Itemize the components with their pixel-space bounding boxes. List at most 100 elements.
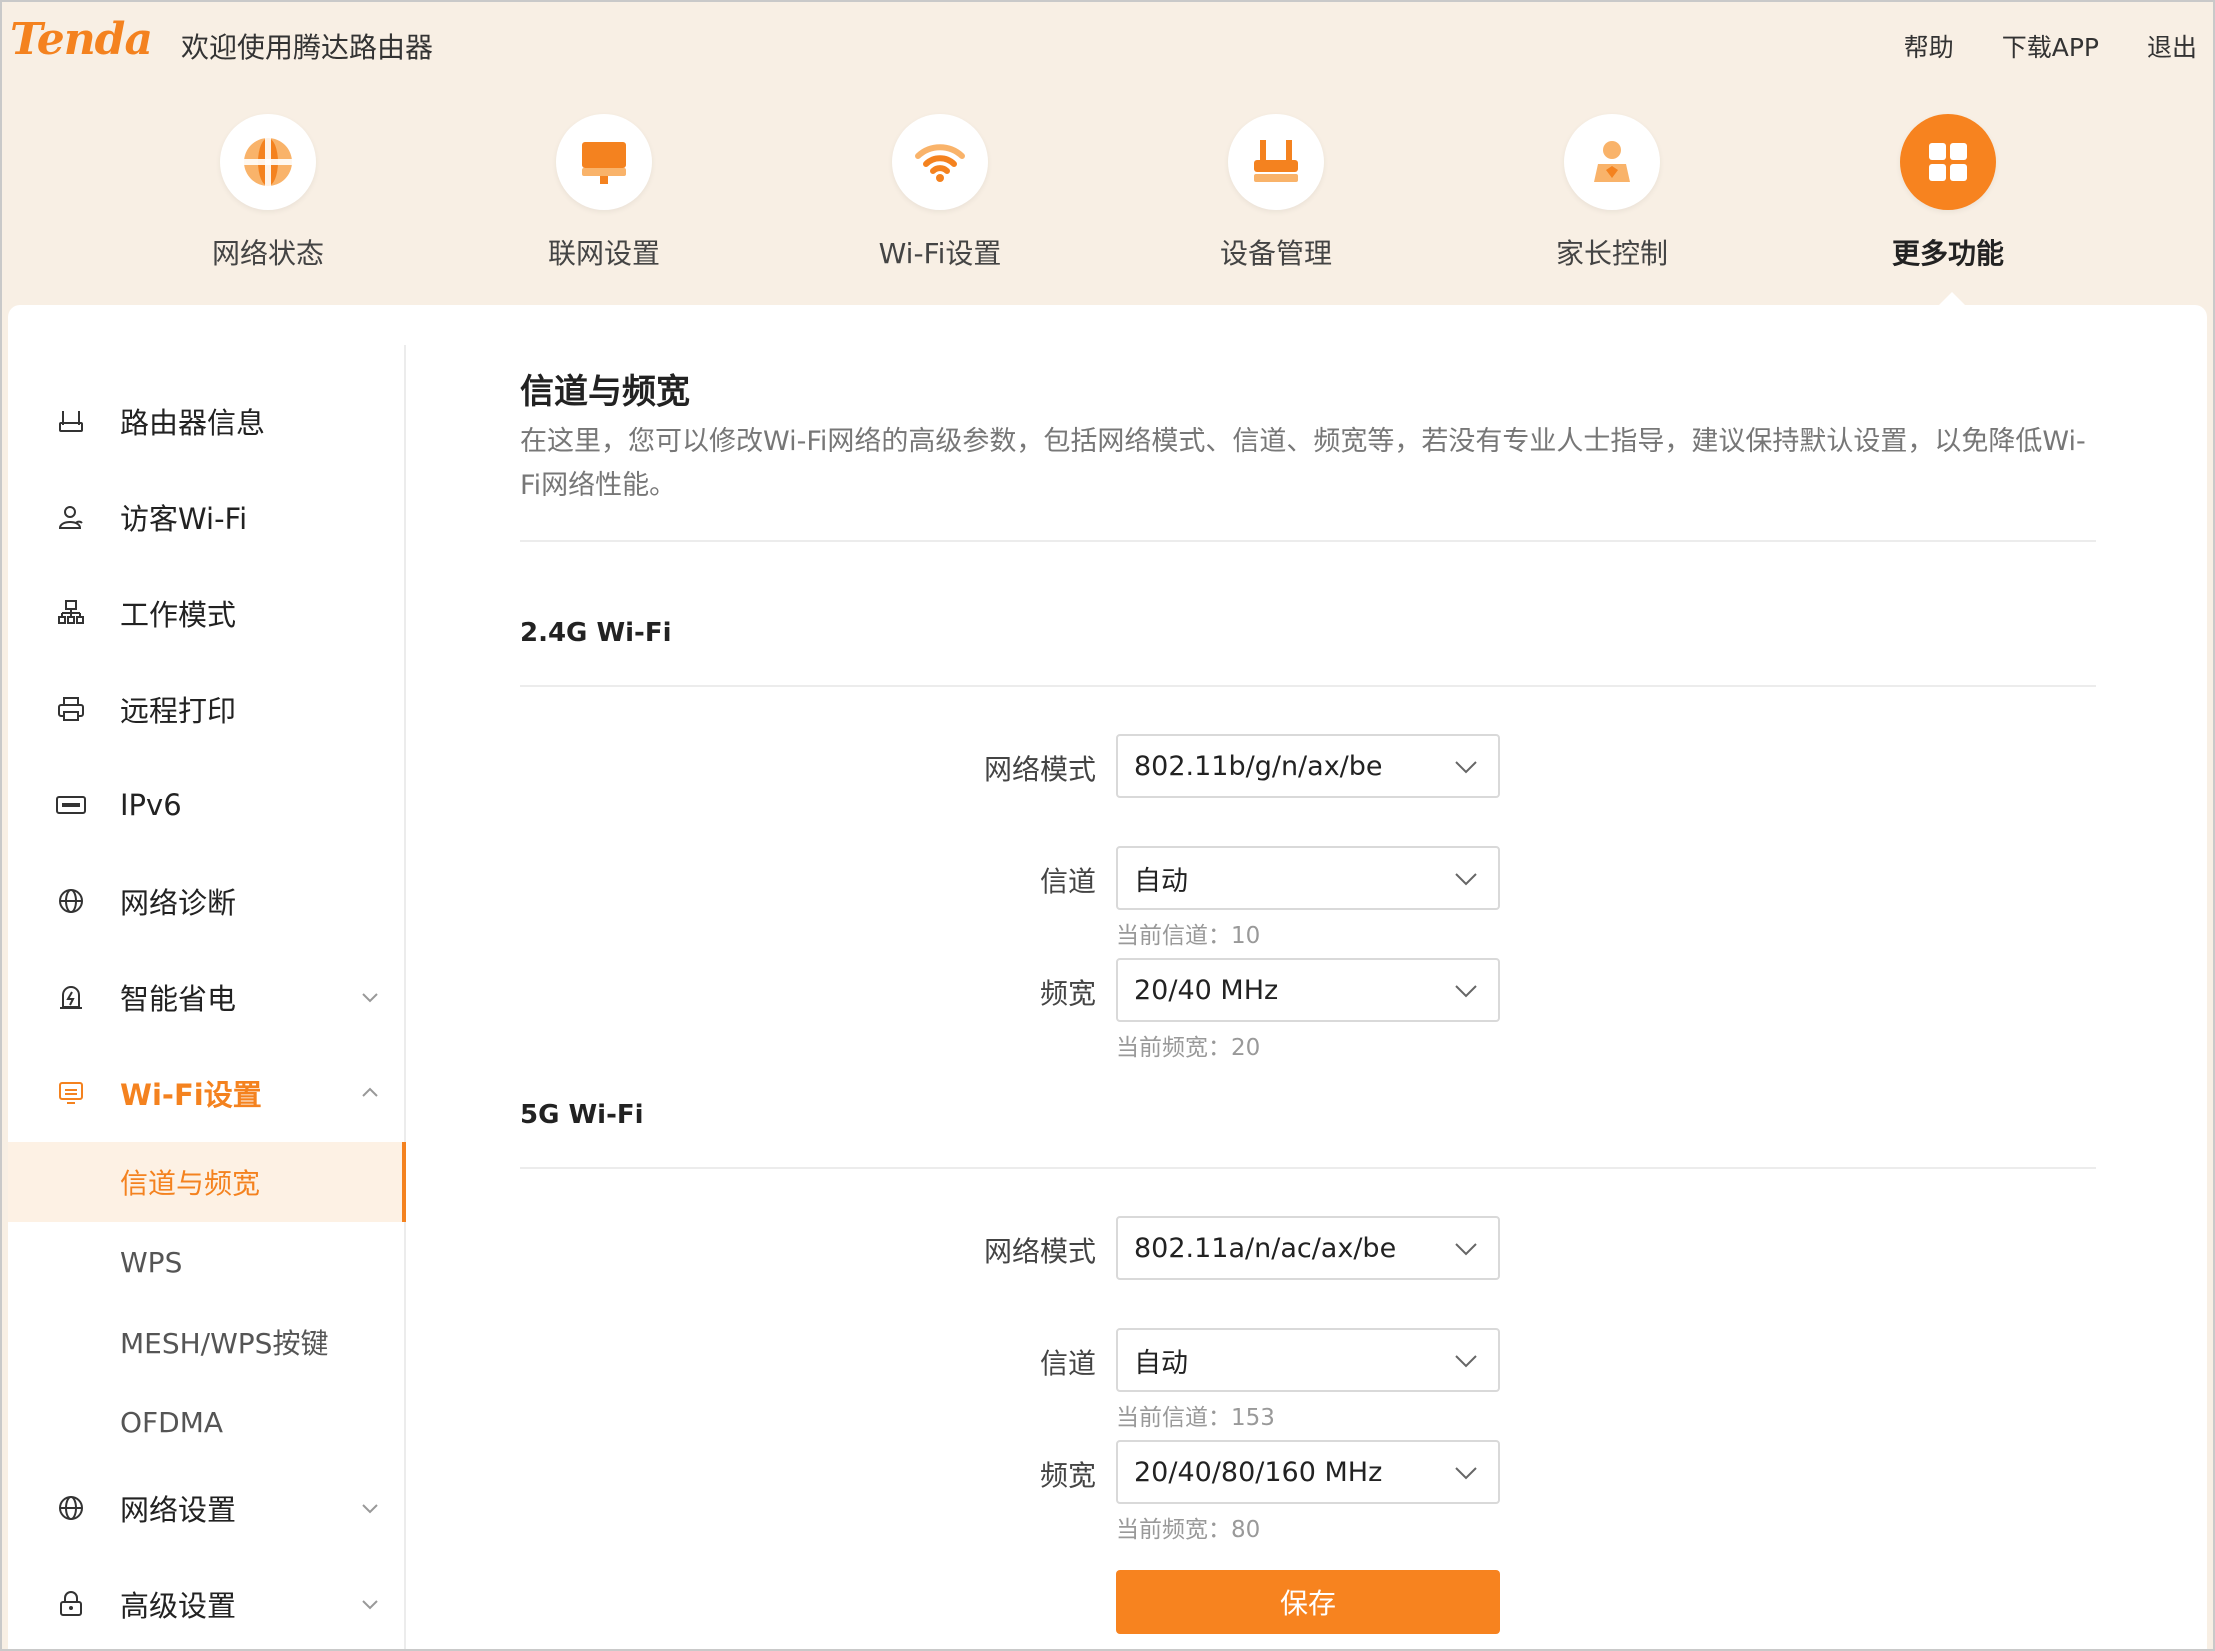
globe-icon: [220, 114, 316, 210]
ipv6-icon: [56, 790, 86, 820]
lock-icon: [56, 1589, 86, 1619]
sidebar-item-router-info[interactable]: 路由器信息: [8, 391, 406, 451]
nav-wifi-settings[interactable]: Wi-Fi设置: [840, 114, 1040, 272]
chevron-up-icon: [362, 1087, 378, 1097]
channel-label-2g: 信道: [1039, 865, 1096, 898]
mode-label-5g: 网络模式: [983, 1235, 1096, 1268]
sidebar-item-label: 工作模式: [120, 598, 237, 632]
sidebar-subitem-label: 信道与频宽: [120, 1167, 261, 1200]
wifi-settings-icon: [56, 1078, 86, 1108]
help-link[interactable]: 帮助: [1904, 28, 1954, 64]
sidebar-item-remote-print[interactable]: 远程打印: [8, 679, 406, 739]
guest-icon: [56, 502, 86, 532]
sidebar-item-advanced-settings[interactable]: 高级设置: [8, 1574, 406, 1634]
select-value: 20/40 MHz: [1134, 974, 1279, 1006]
globe-icon: [56, 886, 86, 916]
printer-icon: [56, 694, 86, 724]
top-links: 帮助 下载APP 退出: [1904, 28, 2197, 64]
current-bandwidth-hint-2g: 当前频宽：20: [1116, 1035, 1261, 1061]
page-title: 信道与频宽: [520, 372, 690, 412]
nav-label: 网络状态: [211, 237, 324, 270]
section-title-2g: 2.4G Wi-Fi: [520, 618, 672, 648]
sidebar-item-label: 网络诊断: [120, 886, 237, 920]
sidebar: 路由器信息 访客Wi-Fi 工作模式 远程打印 IPv6 网络诊断 智能省电 W…: [8, 345, 406, 1651]
nav-label: 更多功能: [1891, 237, 2004, 270]
chevron-down-icon: [1455, 1355, 1477, 1368]
nav-label: 设备管理: [1219, 237, 1332, 270]
chevron-down-icon: [1455, 1467, 1477, 1480]
select-value: 802.11a/n/ac/ax/be: [1134, 1232, 1397, 1264]
bandwidth-select-5g[interactable]: 20/40/80/160 MHz: [1116, 1440, 1500, 1504]
nav-more-features[interactable]: 更多功能: [1848, 114, 2048, 272]
sidebar-subitem-label: WPS: [120, 1245, 183, 1279]
chevron-down-icon: [1455, 761, 1477, 774]
save-button[interactable]: 保存: [1116, 1570, 1500, 1634]
sidebar-subitem-wps[interactable]: WPS: [8, 1222, 406, 1302]
chevron-down-icon: [1455, 985, 1477, 998]
divider: [520, 1167, 2096, 1169]
nav-label: 联网设置: [547, 237, 660, 270]
network-topology-icon: [56, 598, 86, 628]
mode-select-2g[interactable]: 802.11b/g/n/ax/be: [1116, 734, 1500, 798]
section-title-5g: 5G Wi-Fi: [520, 1100, 644, 1130]
sidebar-item-label: 访客Wi-Fi: [120, 502, 248, 536]
bandwidth-label-5g: 频宽: [1039, 1459, 1096, 1492]
sidebar-item-power-saving[interactable]: 智能省电: [8, 967, 406, 1027]
sidebar-subitem-ofdma[interactable]: OFDMA: [8, 1382, 406, 1462]
select-value: 20/40/80/160 MHz: [1134, 1456, 1383, 1488]
router-info-icon: [56, 406, 86, 436]
sidebar-item-label: 远程打印: [120, 694, 237, 728]
chevron-down-icon: [362, 1600, 378, 1610]
sidebar-item-network-diagnosis[interactable]: 网络诊断: [8, 871, 406, 931]
sidebar-subitem-channel-bandwidth[interactable]: 信道与频宽: [8, 1142, 406, 1222]
nav-internet-settings[interactable]: 联网设置: [504, 114, 704, 272]
main-nav: 网络状态 联网设置 Wi-Fi设置 设备管理 家长控制 更多功能: [0, 114, 2215, 274]
wifi-icon: [892, 114, 988, 210]
sidebar-item-wifi-settings[interactable]: Wi-Fi设置: [8, 1063, 406, 1123]
sidebar-item-label: 智能省电: [120, 982, 237, 1016]
sidebar-item-work-mode[interactable]: 工作模式: [8, 583, 406, 643]
power-save-icon: [56, 982, 86, 1012]
sidebar-subitem-label: MESH/WPS按键: [120, 1327, 329, 1360]
logout-link[interactable]: 退出: [2147, 28, 2197, 64]
tenda-logo: Tenda: [10, 14, 153, 65]
page-description: 在这里，您可以修改Wi-Fi网络的高级参数，包括网络模式、信道、频宽等，若没有专…: [520, 426, 2086, 501]
channel-label-5g: 信道: [1039, 1347, 1096, 1380]
grid-icon: [1900, 114, 1996, 210]
sidebar-subitem-mesh-wps-button[interactable]: MESH/WPS按键: [8, 1302, 406, 1382]
sidebar-item-label: IPv6: [120, 788, 182, 822]
mode-label-2g: 网络模式: [983, 753, 1096, 786]
chevron-down-icon: [362, 993, 378, 1003]
nav-label: Wi-Fi设置: [878, 237, 1002, 270]
select-value: 802.11b/g/n/ax/be: [1134, 750, 1383, 782]
divider: [520, 540, 2096, 542]
bandwidth-label-2g: 频宽: [1039, 977, 1096, 1010]
router-icon: [1228, 114, 1324, 210]
chevron-down-icon: [1455, 873, 1477, 886]
bandwidth-select-2g[interactable]: 20/40 MHz: [1116, 958, 1500, 1022]
globe-icon: [56, 1493, 86, 1523]
download-app-link[interactable]: 下载APP: [2002, 28, 2099, 64]
sidebar-item-guest-wifi[interactable]: 访客Wi-Fi: [8, 487, 406, 547]
channel-select-2g[interactable]: 自动: [1116, 846, 1500, 910]
nav-device-management[interactable]: 设备管理: [1176, 114, 1376, 272]
nav-label: 家长控制: [1555, 237, 1668, 270]
sidebar-subitem-label: OFDMA: [120, 1405, 224, 1439]
chevron-down-icon: [362, 1504, 378, 1514]
sidebar-item-label: 网络设置: [120, 1493, 237, 1527]
sidebar-item-ipv6[interactable]: IPv6: [8, 775, 406, 835]
sidebar-item-label: 高级设置: [120, 1589, 237, 1623]
chevron-down-icon: [1455, 1243, 1477, 1256]
select-value: 自动: [1134, 1347, 1188, 1379]
select-value: 自动: [1134, 865, 1188, 897]
sidebar-item-network-settings[interactable]: 网络设置: [8, 1478, 406, 1538]
monitor-icon: [556, 114, 652, 210]
nav-parental-control[interactable]: 家长控制: [1512, 114, 1712, 272]
current-channel-hint-5g: 当前信道：153: [1116, 1405, 1275, 1431]
nav-network-status[interactable]: 网络状态: [168, 114, 368, 272]
welcome-text: 欢迎使用腾达路由器: [181, 31, 434, 64]
channel-select-5g[interactable]: 自动: [1116, 1328, 1500, 1392]
mode-select-5g[interactable]: 802.11a/n/ac/ax/be: [1116, 1216, 1500, 1280]
nav-active-pointer: [1938, 292, 1966, 306]
parent-icon: [1564, 114, 1660, 210]
